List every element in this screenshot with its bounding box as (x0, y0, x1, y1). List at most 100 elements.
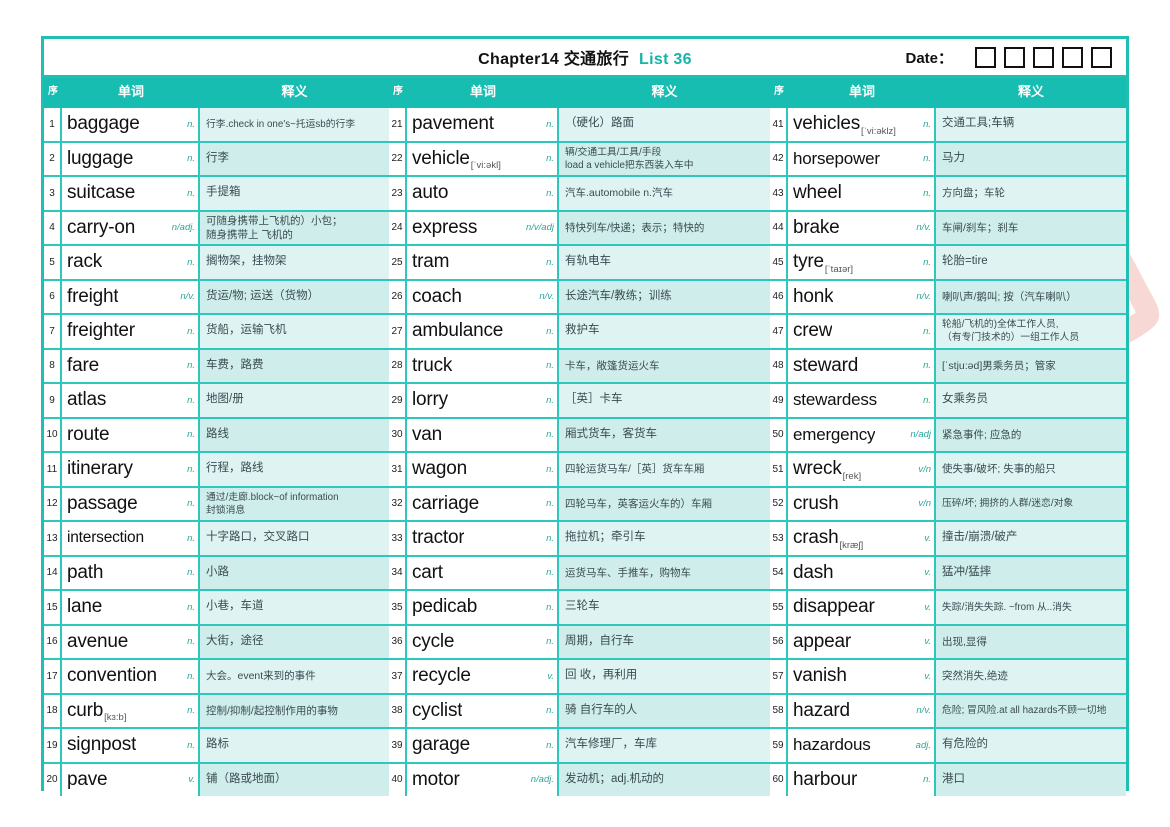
table-row[interactable]: 37 recycle v. 回 收，再利用 (389, 660, 770, 695)
word-cell[interactable]: van n. (407, 418, 559, 451)
word-cell[interactable]: express n/v/adj (407, 211, 559, 244)
table-row[interactable]: 47 crew n. 轮船/飞机的)全体工作人员, （有专门技术的）一组工作人员 (770, 315, 1126, 350)
definition-cell[interactable]: 特快列车/快递；表示；特快的 (559, 211, 770, 244)
table-row[interactable]: 26 coach n/v. 长途汽车/教练；训练 (389, 280, 770, 315)
word-cell[interactable]: appear v. (788, 625, 936, 658)
definition-cell[interactable]: 周期，自行车 (559, 625, 770, 658)
date-boxes[interactable] (975, 46, 1112, 68)
word-cell[interactable]: crash [kræʃ] v. (788, 522, 936, 555)
definition-cell[interactable]: 猛冲/猛摔 (936, 556, 1126, 589)
word-cell[interactable]: route n. (62, 418, 200, 451)
table-row[interactable]: 6 freight n/v. 货运/物; 运送（货物） (44, 280, 389, 315)
table-row[interactable]: 57 vanish v. 突然消失,绝迹 (770, 660, 1126, 695)
table-row[interactable]: 27 ambulance n. 救护车 (389, 315, 770, 350)
table-row[interactable]: 58 hazard n/v. 危险; 冒风险.at all hazards不顾一切地 (770, 694, 1126, 729)
date-box[interactable] (975, 46, 996, 68)
table-row[interactable]: 44 brake n/v. 车闸/刹车；刹车 (770, 211, 1126, 246)
definition-cell[interactable]: 轮胎=tire (936, 246, 1126, 279)
word-cell[interactable]: crew n. (788, 315, 936, 348)
word-cell[interactable]: passage n. (62, 487, 200, 520)
definition-cell[interactable]: 小路 (200, 556, 389, 589)
table-row[interactable]: 43 wheel n. 方向盘；车轮 (770, 177, 1126, 212)
definition-cell[interactable]: 辆/交通工具/工具/手段 load a vehicle把东西装入车中 (559, 142, 770, 175)
definition-cell[interactable]: 搁物架，挂物架 (200, 246, 389, 279)
table-row[interactable]: 49 stewardess n. 女乘务员 (770, 384, 1126, 419)
table-row[interactable]: 38 cyclist n. 骑 自行车的人 (389, 694, 770, 729)
word-cell[interactable]: disappear v. (788, 591, 936, 624)
word-cell[interactable]: pavement n. (407, 108, 559, 141)
table-row[interactable]: 17 convention n. 大会。event来到的事件 (44, 660, 389, 695)
table-row[interactable]: 54 dash v. 猛冲/猛摔 (770, 556, 1126, 591)
table-row[interactable]: 19 signpost n. 路标 (44, 729, 389, 764)
definition-cell[interactable]: 十字路口，交叉路口 (200, 522, 389, 555)
definition-cell[interactable]: 车费，路费 (200, 349, 389, 382)
definition-cell[interactable]: 车闸/刹车；刹车 (936, 211, 1126, 244)
word-cell[interactable]: freight n/v. (62, 280, 200, 313)
word-cell[interactable]: itinerary n. (62, 453, 200, 486)
table-row[interactable]: 56 appear v. 出现,显得 (770, 625, 1126, 660)
table-row[interactable]: 34 cart n. 运货马车、手推车，购物车 (389, 556, 770, 591)
definition-cell[interactable]: 马力 (936, 142, 1126, 175)
definition-cell[interactable]: 大街，途径 (200, 625, 389, 658)
word-cell[interactable]: recycle v. (407, 660, 559, 693)
date-box[interactable] (1004, 46, 1025, 68)
word-cell[interactable]: rack n. (62, 246, 200, 279)
word-cell[interactable]: horsepower n. (788, 142, 936, 175)
table-row[interactable]: 20 pave v. 铺（路或地面） (44, 763, 389, 796)
definition-cell[interactable]: 救护车 (559, 315, 770, 348)
table-row[interactable]: 1 baggage n. 行李.check in one's~托运sb的行李 (44, 108, 389, 143)
definition-cell[interactable]: 喇叭声/鹅叫; 按（汽车喇叭） (936, 280, 1126, 313)
definition-cell[interactable]: 三轮车 (559, 591, 770, 624)
table-row[interactable]: 14 path n. 小路 (44, 556, 389, 591)
table-row[interactable]: 2 luggage n. 行李 (44, 142, 389, 177)
table-row[interactable]: 35 pedicab n. 三轮车 (389, 591, 770, 626)
table-row[interactable]: 8 fare n. 车费，路费 (44, 349, 389, 384)
word-cell[interactable]: brake n/v. (788, 211, 936, 244)
definition-cell[interactable]: 卡车，敞篷货运火车 (559, 349, 770, 382)
date-box[interactable] (1062, 46, 1083, 68)
word-cell[interactable]: honk n/v. (788, 280, 936, 313)
definition-cell[interactable]: 发动机；adj.机动的 (559, 763, 770, 796)
word-cell[interactable]: cart n. (407, 556, 559, 589)
word-cell[interactable]: carriage n. (407, 487, 559, 520)
table-row[interactable]: 45 tyre [ˈtaɪər] n. 轮胎=tire (770, 246, 1126, 281)
definition-cell[interactable]: 回 收，再利用 (559, 660, 770, 693)
word-cell[interactable]: wreck [rek] v/n (788, 453, 936, 486)
table-row[interactable]: 30 van n. 厢式货车，客货车 (389, 418, 770, 453)
definition-cell[interactable]: 小巷，车道 (200, 591, 389, 624)
definition-cell[interactable]: 压碎/坏; 拥挤的人群/迷恋/对象 (936, 487, 1126, 520)
word-cell[interactable]: garage n. (407, 729, 559, 762)
word-cell[interactable]: wagon n. (407, 453, 559, 486)
table-row[interactable]: 7 freighter n. 货船，运输飞机 (44, 315, 389, 350)
definition-cell[interactable]: 有轨电车 (559, 246, 770, 279)
definition-cell[interactable]: 行程，路线 (200, 453, 389, 486)
definition-cell[interactable]: 出现,显得 (936, 625, 1126, 658)
definition-cell[interactable]: 使失事/破坏; 失事的船只 (936, 453, 1126, 486)
table-row[interactable]: 23 auto n. 汽车.automobile n.汽车 (389, 177, 770, 212)
definition-cell[interactable]: 手提箱 (200, 177, 389, 210)
table-row[interactable]: 25 tram n. 有轨电车 (389, 246, 770, 281)
table-row[interactable]: 11 itinerary n. 行程，路线 (44, 453, 389, 488)
word-cell[interactable]: auto n. (407, 177, 559, 210)
word-cell[interactable]: cyclist n. (407, 694, 559, 727)
word-cell[interactable]: cycle n. (407, 625, 559, 658)
table-row[interactable]: 32 carriage n. 四轮马车，英客运火车的）车厢 (389, 487, 770, 522)
table-row[interactable]: 31 wagon n. 四轮运货马车/［英］货车车厢 (389, 453, 770, 488)
word-cell[interactable]: path n. (62, 556, 200, 589)
definition-cell[interactable]: 拖拉机；牵引车 (559, 522, 770, 555)
word-cell[interactable]: crush v/n (788, 487, 936, 520)
table-row[interactable]: 59 hazardous adj. 有危险的 (770, 729, 1126, 764)
definition-cell[interactable]: 控制/抑制/起控制作用的事物 (200, 694, 389, 727)
definition-cell[interactable]: 轮船/飞机的)全体工作人员, （有专门技术的）一组工作人员 (936, 315, 1126, 348)
word-cell[interactable]: hazardous adj. (788, 729, 936, 762)
definition-cell[interactable]: 路线 (200, 418, 389, 451)
word-cell[interactable]: convention n. (62, 660, 200, 693)
word-cell[interactable]: ambulance n. (407, 315, 559, 348)
word-cell[interactable]: baggage n. (62, 108, 200, 141)
word-cell[interactable]: stewardess n. (788, 384, 936, 417)
table-row[interactable]: 24 express n/v/adj 特快列车/快递；表示；特快的 (389, 211, 770, 246)
word-cell[interactable]: lorry n. (407, 384, 559, 417)
definition-cell[interactable]: 失踪/消失失踪. ~from 从..消失 (936, 591, 1126, 624)
word-cell[interactable]: harbour n. (788, 763, 936, 796)
definition-cell[interactable]: 厢式货车，客货车 (559, 418, 770, 451)
